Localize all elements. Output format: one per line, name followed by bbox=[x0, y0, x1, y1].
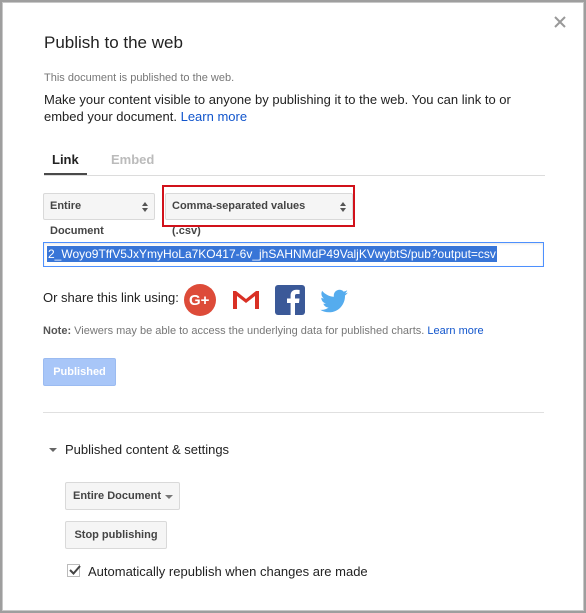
settings-scope-value: Entire Document bbox=[73, 490, 162, 502]
scope-select-value: Entire Document bbox=[50, 200, 104, 237]
publish-status: This document is published to the web. bbox=[44, 72, 235, 84]
description-text: Make your content visible to anyone by p… bbox=[44, 92, 511, 124]
dialog-description: Make your content visible to anyone by p… bbox=[44, 91, 544, 125]
dialog-title: Publish to the web bbox=[44, 33, 183, 52]
twitter-icon[interactable] bbox=[318, 284, 350, 316]
gmail-icon[interactable] bbox=[230, 284, 262, 316]
viewers-note: Note: Viewers may be able to access the … bbox=[43, 325, 484, 337]
close-icon[interactable] bbox=[553, 15, 567, 29]
publish-url-field[interactable]: 2_Woyo9TffV5JxYmyHoLa7KO417-6v_jhSAHNMdP… bbox=[43, 242, 544, 267]
published-button[interactable]: Published bbox=[43, 358, 116, 386]
publish-dialog: Publish to the web This document is publ… bbox=[2, 2, 584, 611]
checkmark-icon bbox=[69, 565, 81, 575]
note-prefix: Note: bbox=[43, 325, 72, 337]
settings-toggle-label: Published content & settings bbox=[65, 442, 230, 457]
scope-select[interactable]: Entire Document bbox=[43, 193, 155, 237]
svg-text:G+: G+ bbox=[189, 292, 210, 309]
publish-url-text: 2_Woyo9TffV5JxYmyHoLa7KO417-6v_jhSAHNMdP… bbox=[47, 246, 497, 262]
learn-more-link[interactable]: Learn more bbox=[181, 109, 247, 124]
tab-link[interactable]: Link bbox=[44, 152, 87, 175]
auto-republish-label: Automatically republish when changes are… bbox=[88, 564, 368, 579]
auto-republish-checkbox[interactable] bbox=[67, 564, 81, 577]
facebook-icon[interactable] bbox=[274, 284, 306, 316]
tab-bar: Link Embed bbox=[44, 151, 545, 176]
settings-toggle[interactable]: Published content & settings bbox=[49, 442, 229, 457]
settings-scope-dropdown[interactable]: Entire Document bbox=[65, 482, 180, 510]
caret-down-icon bbox=[165, 495, 173, 499]
triangle-down-icon bbox=[49, 447, 57, 452]
note-learn-more-link[interactable]: Learn more bbox=[427, 325, 483, 337]
up-down-icon bbox=[142, 202, 148, 212]
format-highlight-box bbox=[162, 185, 355, 227]
note-text: Viewers may be able to access the underl… bbox=[71, 325, 425, 337]
tab-embed[interactable]: Embed bbox=[111, 152, 154, 167]
share-label: Or share this link using: bbox=[43, 290, 179, 305]
stop-publishing-button[interactable]: Stop publishing bbox=[65, 521, 167, 549]
google-plus-icon[interactable]: G+ bbox=[184, 284, 216, 316]
divider bbox=[43, 412, 544, 413]
